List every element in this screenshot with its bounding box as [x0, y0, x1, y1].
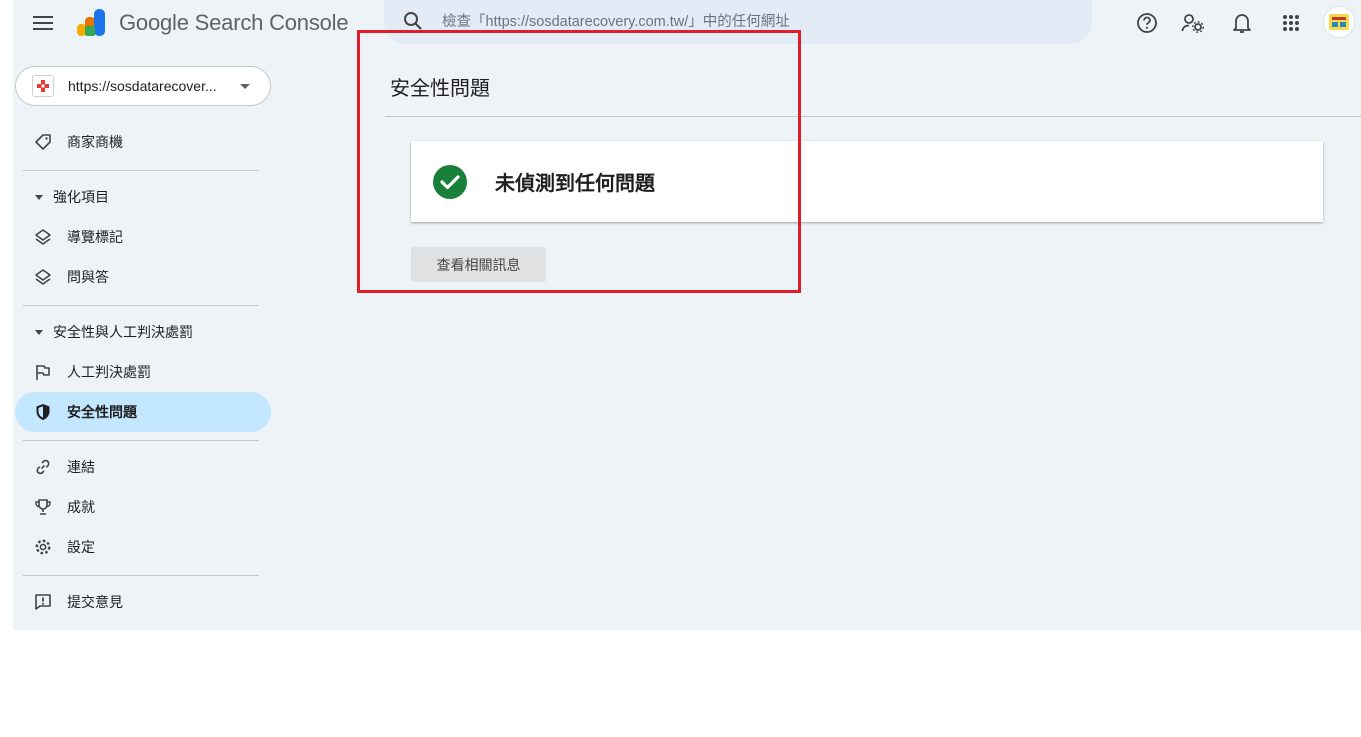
trophy-icon: [33, 497, 53, 517]
sidebar-item-label: 商家商機: [67, 134, 123, 150]
collapse-arrow-icon: [35, 194, 43, 200]
gear-icon: [33, 537, 53, 557]
sidebar-item-qa[interactable]: 問與答: [15, 257, 271, 297]
sidebar-item-feedback[interactable]: 提交意見: [15, 582, 271, 622]
account-avatar[interactable]: [1323, 6, 1355, 38]
feedback-icon: [33, 592, 53, 612]
hamburger-menu-icon[interactable]: [29, 9, 57, 37]
notifications-icon[interactable]: [1227, 8, 1257, 38]
site-favicon-icon: [32, 75, 54, 97]
search-console-logo-icon: [75, 6, 109, 38]
link-icon: [33, 457, 53, 477]
layers-icon: [33, 227, 53, 247]
sidebar-item-label: 提交意見: [67, 594, 123, 610]
sidebar-item-links[interactable]: 連結: [15, 447, 271, 487]
section-label: 安全性與人工判決處罰: [53, 324, 193, 340]
property-selector[interactable]: https://sosdatarecover...: [15, 66, 271, 106]
layers-icon: [33, 267, 53, 287]
sidebar-item-achievements[interactable]: 成就: [15, 487, 271, 527]
sidebar-item-manual-actions[interactable]: 人工判決處罰: [15, 352, 271, 392]
brand-title[interactable]: Google Search Console: [119, 10, 349, 36]
sidebar-item-label: 連結: [67, 459, 95, 475]
admin-settings-icon[interactable]: [1178, 8, 1208, 38]
sidebar-item-label: 成就: [67, 499, 95, 515]
sidebar-item-settings[interactable]: 設定: [15, 527, 271, 567]
sidebar-divider: [23, 170, 259, 171]
sidebar-item-label: 問與答: [67, 269, 109, 285]
sidebar-divider: [23, 440, 259, 441]
sidebar-item-merchant[interactable]: 商家商機: [15, 122, 271, 162]
apps-grid-icon[interactable]: [1276, 8, 1306, 38]
help-icon[interactable]: [1132, 8, 1162, 38]
section-label: 強化項目: [53, 189, 109, 205]
sidebar-item-label: 人工判決處罰: [67, 364, 151, 380]
sidebar-item-security-issues[interactable]: 安全性問題: [15, 392, 271, 432]
collapse-arrow-icon: [35, 329, 43, 335]
app-window: Google Search Console 檢查「https://sosdata…: [13, 0, 1361, 630]
sidebar-divider: [23, 575, 259, 576]
sidebar-item-breadcrumbs[interactable]: 導覽標記: [15, 217, 271, 257]
sidebar-item-label: 導覽標記: [67, 229, 123, 245]
chevron-down-icon: [240, 83, 250, 89]
sidebar-divider: [23, 305, 259, 306]
property-url: https://sosdatarecover...: [68, 78, 217, 94]
flag-icon: [33, 362, 53, 382]
sidebar-item-label: 安全性問題: [67, 404, 137, 420]
section-enhancements[interactable]: 強化項目: [35, 182, 109, 212]
shield-icon: [33, 402, 53, 422]
section-security-manual[interactable]: 安全性與人工判決處罰: [35, 317, 193, 347]
sidebar-item-label: 設定: [67, 539, 95, 555]
tag-icon: [33, 132, 53, 152]
annotation-highlight-box: [357, 30, 801, 293]
